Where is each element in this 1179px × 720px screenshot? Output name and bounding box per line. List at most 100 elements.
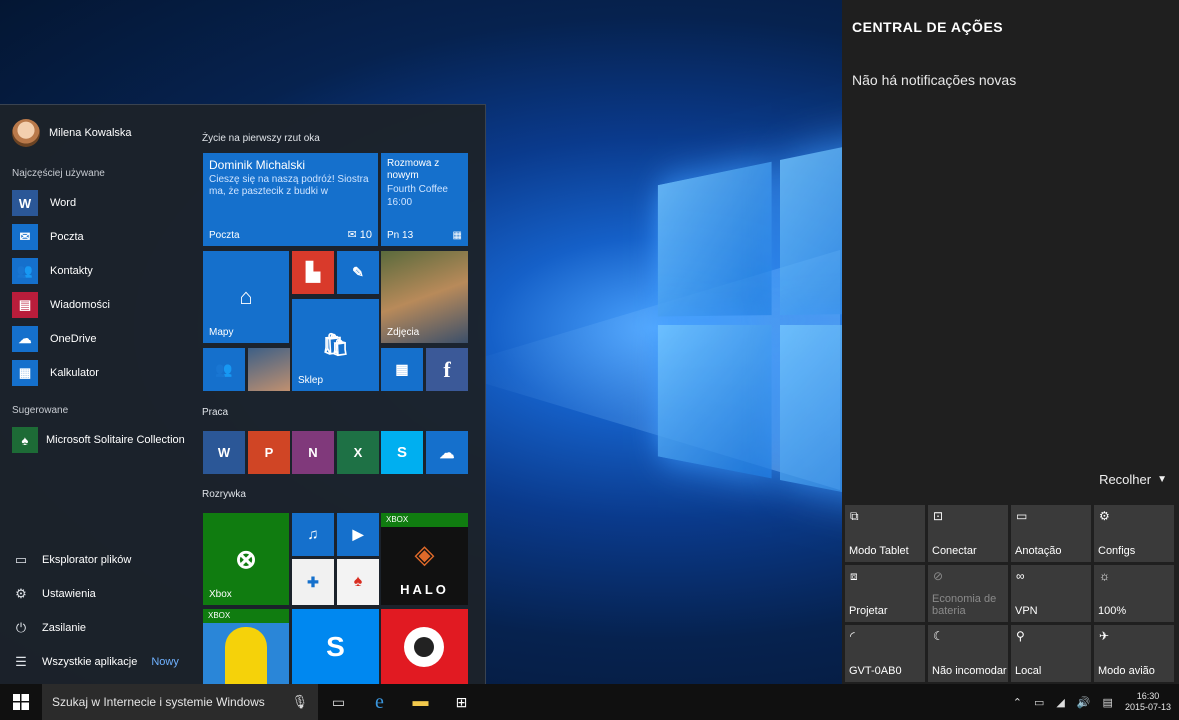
new-badge: Nowy xyxy=(151,656,179,668)
store-button[interactable]: ⊞ xyxy=(441,684,482,720)
most-used-item-kontakty[interactable]: 👥 Kontakty xyxy=(12,254,110,288)
most-used-item-wiadomości[interactable]: ▤ Wiadomości xyxy=(12,288,110,322)
notification-icon[interactable]: ▤ xyxy=(1103,696,1113,709)
store-tile[interactable]: 🛍 Sklep xyxy=(292,299,379,391)
quick-action-location[interactable]: ⚲ Local xyxy=(1011,625,1091,682)
all-apps-item[interactable]: ☰ Wszystkie aplikacje Nowy xyxy=(12,645,192,679)
battery-saver-icon: ⊘ xyxy=(933,569,943,583)
file-explorer-item[interactable]: ▭ Eksplorator plików xyxy=(12,543,192,577)
maps-label: Mapy xyxy=(209,327,233,338)
excel-tile[interactable]: X xyxy=(337,431,379,474)
power-item[interactable]: ⏻ Zasilanie xyxy=(12,611,192,645)
video-tile[interactable]: ▶ xyxy=(337,513,379,556)
network-icon[interactable]: ◢ xyxy=(1056,696,1064,709)
calendar-tile[interactable]: Rozmowa z nowym Fourth Coffee 16:00 Pn 1… xyxy=(381,153,468,246)
start-button[interactable] xyxy=(0,684,42,720)
quick-action-battery-saver[interactable]: ⊘ Economia de bateria xyxy=(928,565,1008,622)
chevron-up-icon[interactable]: ⌃ xyxy=(1013,696,1022,709)
photos-label: Zdjęcia xyxy=(387,327,419,338)
tunein-icon: ✚ xyxy=(292,559,334,605)
clock-time: 16:30 xyxy=(1125,691,1171,702)
settings-item[interactable]: ⚙ Ustawienia xyxy=(12,577,192,611)
system-tray: ⌃ ▭ ◢ 🔊 ▤ 16:30 2015-07-13 xyxy=(1013,691,1179,713)
edge-button[interactable]: e xyxy=(359,684,400,720)
most-used-item-word[interactable]: W Word xyxy=(12,186,110,220)
word-tile[interactable]: W xyxy=(203,431,245,474)
feedback-tile[interactable]: ✎ xyxy=(337,251,379,294)
quick-action-note[interactable]: ▭ Anotação xyxy=(1011,505,1091,562)
quick-action-label: Configs xyxy=(1098,545,1135,557)
shazam-tile[interactable]: Ѕ xyxy=(292,609,379,685)
facebook-tile[interactable]: f xyxy=(426,348,468,391)
brightness-icon: ☼ xyxy=(1099,569,1110,583)
power-icon: ⏻ xyxy=(12,620,30,636)
file-explorer-button[interactable]: ▬ xyxy=(400,684,441,720)
quick-action-airplane[interactable]: ✈ Modo avião xyxy=(1094,625,1174,682)
calculator-tile[interactable]: ▦ xyxy=(381,348,423,391)
taskbar: Szukaj w Internecie i systemie Windows 🎙… xyxy=(0,684,1179,720)
quick-action-project[interactable]: ⧈ Projetar xyxy=(845,565,925,622)
camera-app-tile[interactable] xyxy=(381,609,468,685)
search-box[interactable]: Szukaj w Internecie i systemie Windows 🎙 xyxy=(42,684,318,720)
excel-icon: X xyxy=(337,431,379,474)
envelope-icon: ✉ xyxy=(347,229,359,241)
clock[interactable]: 16:30 2015-07-13 xyxy=(1125,691,1171,713)
quick-action-quiet-hours[interactable]: ☾ Não incomodar xyxy=(928,625,1008,682)
tunein-tile[interactable]: ✚ xyxy=(292,559,334,605)
most-used-list: W Word ✉ Poczta 👥 Kontakty ▤ Wiadomości ☁ OneDriv… xyxy=(12,186,110,390)
suggested-label: Sugerowane xyxy=(12,405,68,416)
photos-tile[interactable]: Zdjęcia xyxy=(381,251,468,343)
quick-action-label: Anotação xyxy=(1015,545,1061,557)
onedrive-tile[interactable]: ☁ xyxy=(426,431,468,474)
list-icon: ☰ xyxy=(12,654,30,670)
suggested-app[interactable]: ♠ Microsoft Solitaire Collection xyxy=(12,427,185,453)
feedback-icon: ✎ xyxy=(337,251,379,294)
chevron-down-icon: ▼ xyxy=(1157,474,1167,485)
music-tile[interactable]: ♫ xyxy=(292,513,334,556)
most-used-item-label: OneDrive xyxy=(50,333,96,345)
mail-count: ✉ 10 xyxy=(347,228,372,241)
quick-action-vpn[interactable]: ∞ VPN xyxy=(1011,565,1091,622)
xbox-tile[interactable]: ⊗ Xbox xyxy=(203,513,289,605)
calendar-place: Fourth Coffee xyxy=(387,184,448,195)
onenote-tile[interactable]: N xyxy=(292,431,334,474)
acrobat-tile[interactable]: ♠ xyxy=(337,559,379,605)
quick-action-gear[interactable]: ⚙ Configs xyxy=(1094,505,1174,562)
windows-logo-wallpaper xyxy=(658,124,842,527)
no-notifications-text: Não há notificações novas xyxy=(852,72,1016,88)
most-used-item-kalkulator[interactable]: ▦ Kalkulator xyxy=(12,356,110,390)
most-used-item-poczta[interactable]: ✉ Poczta xyxy=(12,220,110,254)
power-label: Zasilanie xyxy=(42,622,86,634)
quick-action-tablet-mode[interactable]: ⧉ Modo Tablet xyxy=(845,505,925,562)
skype-tile[interactable]: S xyxy=(381,431,423,474)
skype-icon: S xyxy=(381,431,423,474)
connect-icon: ⊡ xyxy=(933,509,943,523)
battery-icon[interactable]: ▭ xyxy=(1034,696,1044,709)
powerpoint-tile[interactable]: P xyxy=(248,431,290,474)
flipboard-tile[interactable]: ▙ xyxy=(292,251,334,294)
quick-action-brightness[interactable]: ☼ 100% xyxy=(1094,565,1174,622)
quick-action-label: VPN xyxy=(1015,605,1038,617)
xbox-badge-2: XBOX xyxy=(203,609,289,623)
task-view-button[interactable]: ▭ xyxy=(318,684,359,720)
start-bottom-items: ▭ Eksplorator plików ⚙ Ustawienia ⏻ Zasi… xyxy=(12,543,192,679)
maps-tile[interactable]: ⌂ Mapy xyxy=(203,251,289,343)
contact-photo-tile[interactable] xyxy=(248,348,290,391)
vpn-icon: ∞ xyxy=(1016,569,1025,583)
people-tile[interactable]: 👥 xyxy=(203,348,245,391)
mail-icon: ✉ xyxy=(12,224,38,250)
quick-action-wifi[interactable]: ◜ GVT-0AB0 xyxy=(845,625,925,682)
user-account[interactable]: Milena Kowalska xyxy=(12,119,132,147)
most-used-item-label: Kalkulator xyxy=(50,367,99,379)
start-left-column: Milena Kowalska Najczęściej używane W Wor… xyxy=(0,105,195,685)
collapse-button[interactable]: Recolher ▼ xyxy=(1099,472,1167,487)
most-used-item-label: Poczta xyxy=(50,231,84,243)
shazam-icon: Ѕ xyxy=(292,609,379,685)
quick-action-connect[interactable]: ⊡ Conectar xyxy=(928,505,1008,562)
minion-tile[interactable]: XBOX xyxy=(203,609,289,685)
microphone-icon[interactable]: 🎙 xyxy=(291,694,308,710)
volume-icon[interactable]: 🔊 xyxy=(1077,696,1091,709)
most-used-item-onedrive[interactable]: ☁ OneDrive xyxy=(12,322,110,356)
mail-tile[interactable]: Dominik Michalski Cieszę się na naszą po… xyxy=(203,153,378,246)
halo-tile[interactable]: XBOX ◈ HALO xyxy=(381,513,468,605)
